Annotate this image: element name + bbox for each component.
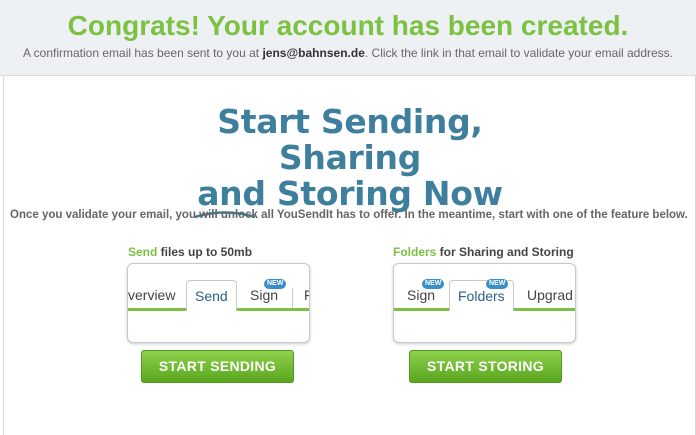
tab-more: F [304,287,309,303]
start-storing-button[interactable]: START STORING [409,350,562,383]
tab-send: Send [186,280,237,311]
tab-overview: verview [128,287,176,303]
send-feature-title-highlight: Send [128,245,158,259]
hero-line-1: Start Sending, Sharing [217,102,483,177]
hero-and-text: and [197,174,266,213]
store-feature-title-rest: for Sharing and Storing [436,245,574,259]
tab-upgrade: Upgrad [527,287,573,303]
new-badge: NEW [486,279,509,289]
tab-sign: Sign [407,287,436,303]
store-feature-preview: Sign NEW Folders NEW Upgrad [393,263,576,343]
hero-and-word: and [194,174,266,219]
confirm-suffix: . Click the link in that email to valida… [364,46,674,60]
tab-separator [292,288,293,308]
store-feature-title: Folders for Sharing and Storing [393,245,574,259]
start-sending-button[interactable]: START SENDING [141,350,294,383]
hero-line-2: and Storing Now [160,174,540,219]
hero-banner: Start Sending, Sharing and Storing Now [160,102,540,219]
new-badge: NEW [422,279,445,289]
confirmation-message: A confirmation email has been sent to yo… [0,46,696,60]
tab-sign: Sign [250,287,279,303]
hero-line-2-rest: Storing Now [265,174,503,213]
page-title: Congrats! Your account has been created. [67,10,629,41]
confirm-prefix: A confirmation email has been sent to yo… [22,46,263,60]
intro-text: Once you validate your email, you will u… [10,209,688,221]
send-feature-preview: verview Send Sign NEW F [127,263,310,343]
store-feature-title-highlight: Folders [393,245,437,259]
send-feature-title: Send files up to 50mb [128,245,252,259]
header-bar: Congrats! Your account has been created.… [0,0,696,76]
new-badge: NEW [264,279,287,289]
send-feature-title-rest: files up to 50mb [157,245,253,259]
confirm-email: jens@bahnsen.de [262,46,365,60]
